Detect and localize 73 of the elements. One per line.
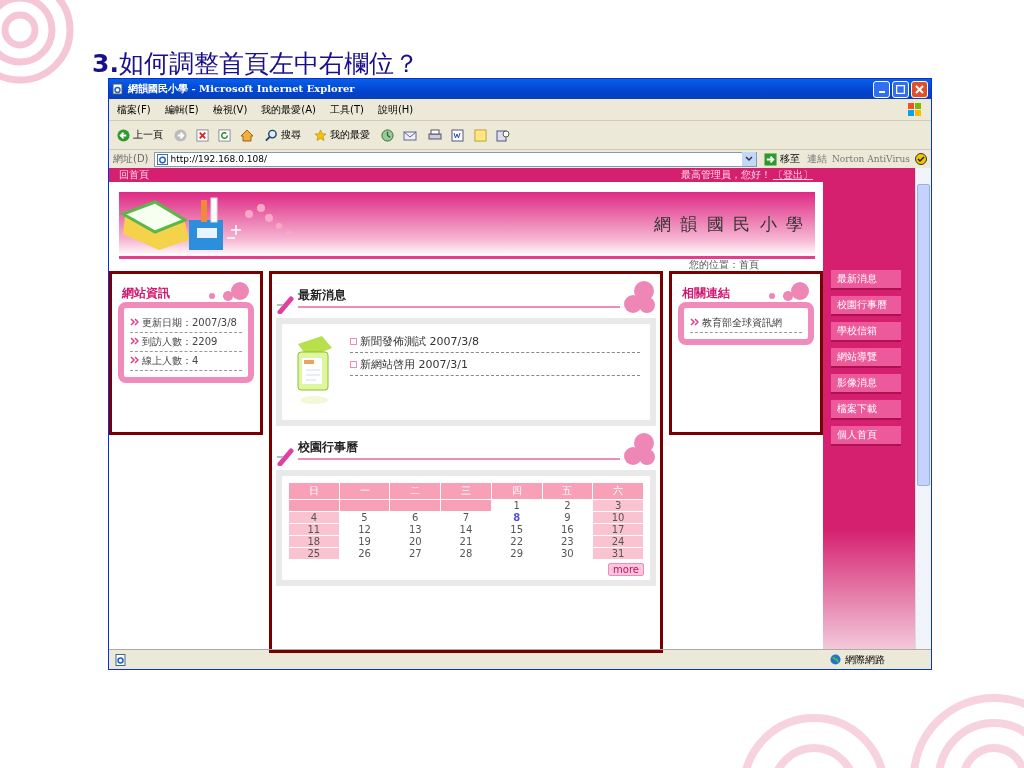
window-title: 網韻國民小學 - Microsoft Internet Explorer [128,82,356,96]
double-chevron-icon [690,318,699,326]
minimize-button[interactable] [873,80,890,98]
menu-item[interactable]: 工具(T) [330,102,364,117]
menu-item[interactable]: 檔案(F) [117,102,151,117]
weekday-header: 日 [288,482,340,500]
history-icon[interactable] [381,128,394,142]
word-document-icon[interactable] [451,128,465,142]
double-chevron-icon [130,318,139,326]
info-text: 線上人數：4 [142,354,199,368]
stop-icon[interactable] [196,128,209,142]
windows-flag-icon [907,101,923,118]
go-button[interactable]: 移至 [761,151,802,167]
related-link[interactable]: 教育部全球資訊網 [702,316,782,330]
menu-item[interactable]: 說明(H) [377,102,414,117]
home-icon[interactable] [240,128,254,142]
search-button[interactable]: 搜尋 [263,127,303,143]
marker-pen-icon [276,448,296,466]
section-title: 校園行事曆 [298,439,620,460]
weekday-header: 五 [542,482,593,500]
url-text: http://192.168.0.108/ [170,154,268,164]
bubbles-drawing [622,432,656,466]
marker-pen-icon [276,296,296,314]
maximize-button[interactable] [892,80,909,98]
scrollbar[interactable] [915,168,931,649]
news-link[interactable]: 新聞發佈測試 2007/3/8 [360,334,479,349]
bubbles-drawing [622,280,656,314]
slide-title: 3.如何調整首頁左中右欄位？ [92,50,419,78]
ie-page-icon [156,153,168,165]
breadcrumb: 您的位置：首頁 [689,259,759,271]
refresh-icon[interactable] [218,128,231,142]
shield-icon[interactable] [915,153,927,165]
page-icon [115,653,127,666]
school-name: 網 韻 國 民 小 學 [653,212,806,236]
menu-item[interactable]: 檢視(V) [212,102,248,117]
norton-antivirus-label[interactable]: Norton AntiVirus [831,154,910,164]
back-button[interactable]: 上一頁 [115,127,165,143]
double-chevron-icon [130,337,139,345]
back-arrow-icon [117,128,130,142]
menu-item[interactable]: 編輯(E) [164,102,199,117]
address-label: 網址(D) [113,152,149,166]
close-button[interactable] [911,80,928,98]
search-icon [265,128,278,142]
printer-icon[interactable] [428,128,442,142]
logout-link[interactable]: 〔登出〕 [773,168,813,182]
home-link[interactable]: 回首頁 [119,168,149,182]
section-title: 最新消息 [298,287,620,308]
go-arrow-icon [763,152,777,166]
menu-item[interactable]: 我的最愛(A) [261,102,316,117]
mail-icon[interactable] [403,128,419,142]
bullet-icon [350,361,357,368]
news-link[interactable]: 新網站啓用 2007/3/1 [360,357,468,372]
info-text: 更新日期：2007/3/8 [142,316,237,330]
greeting-text: 最高管理員，您好！ [681,168,771,182]
weekday-header: 六 [592,482,644,500]
star-icon [314,128,327,142]
weekday-header: 三 [440,482,492,500]
links-label[interactable]: 連結 [806,152,827,166]
research-icon[interactable] [496,128,510,142]
panel-title: 相關連結 [682,285,730,302]
address-field[interactable]: http://192.168.0.108/ [153,151,757,167]
close-icon [915,84,924,94]
more-button[interactable]: more [608,563,644,576]
favorites-button[interactable]: 我的最愛 [312,127,372,143]
double-chevron-icon [130,356,139,364]
info-text: 到訪人數：2209 [142,335,218,349]
globe-icon [830,654,841,665]
security-zone-label: 網際網路 [845,652,886,667]
ie-page-icon [112,83,124,95]
weekday-header: 四 [491,482,542,500]
bullet-icon [350,338,357,345]
panel-title: 網站資訊 [122,285,170,302]
maximize-icon [896,84,905,94]
